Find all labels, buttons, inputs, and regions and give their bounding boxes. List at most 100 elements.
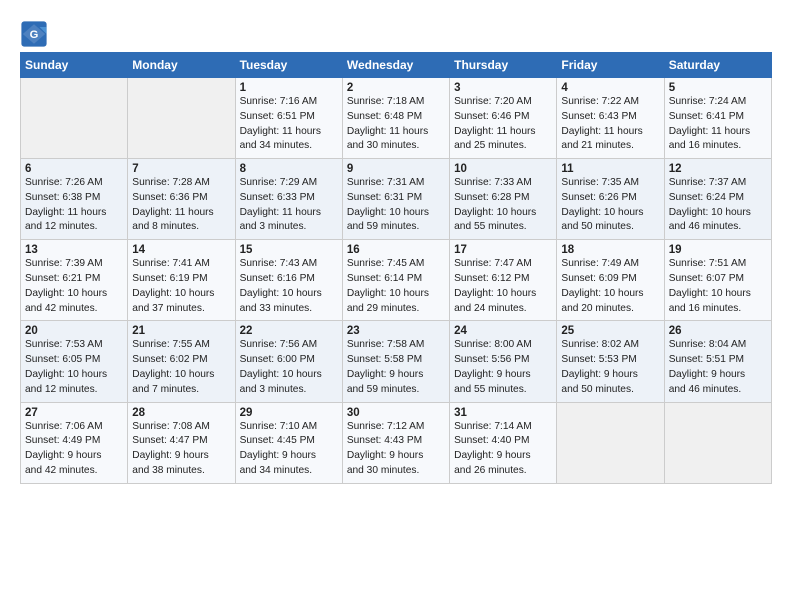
- day-info: Sunrise: 7:51 AMSunset: 6:07 PMDaylight:…: [669, 257, 767, 316]
- column-header-sunday: Sunday: [21, 53, 128, 78]
- day-info: Sunrise: 7:24 AMSunset: 6:41 PMDaylight:…: [669, 95, 767, 154]
- day-cell: 15Sunrise: 7:43 AMSunset: 6:16 PMDayligh…: [235, 240, 342, 321]
- calendar-page: G SundayMondayTuesdayWednesdayThursdayFr…: [0, 0, 792, 496]
- week-row-1: 1Sunrise: 7:16 AMSunset: 6:51 PMDaylight…: [21, 78, 772, 159]
- day-cell: 30Sunrise: 7:12 AMSunset: 4:43 PMDayligh…: [342, 402, 449, 483]
- day-number: 4: [561, 82, 659, 94]
- day-cell: 7Sunrise: 7:28 AMSunset: 6:36 PMDaylight…: [128, 159, 235, 240]
- day-cell: 22Sunrise: 7:56 AMSunset: 6:00 PMDayligh…: [235, 321, 342, 402]
- day-cell: 29Sunrise: 7:10 AMSunset: 4:45 PMDayligh…: [235, 402, 342, 483]
- day-info: Sunrise: 7:31 AMSunset: 6:31 PMDaylight:…: [347, 176, 445, 235]
- day-info: Sunrise: 7:06 AMSunset: 4:49 PMDaylight:…: [25, 420, 123, 479]
- day-number: 1: [240, 82, 338, 94]
- day-cell: [664, 402, 771, 483]
- day-number: 5: [669, 82, 767, 94]
- day-number: 30: [347, 407, 445, 419]
- week-row-4: 20Sunrise: 7:53 AMSunset: 6:05 PMDayligh…: [21, 321, 772, 402]
- day-info: Sunrise: 7:55 AMSunset: 6:02 PMDaylight:…: [132, 338, 230, 397]
- day-number: 31: [454, 407, 552, 419]
- day-cell: 17Sunrise: 7:47 AMSunset: 6:12 PMDayligh…: [450, 240, 557, 321]
- calendar-body: 1Sunrise: 7:16 AMSunset: 6:51 PMDaylight…: [21, 78, 772, 484]
- day-info: Sunrise: 8:02 AMSunset: 5:53 PMDaylight:…: [561, 338, 659, 397]
- day-number: 14: [132, 244, 230, 256]
- day-number: 3: [454, 82, 552, 94]
- day-info: Sunrise: 7:45 AMSunset: 6:14 PMDaylight:…: [347, 257, 445, 316]
- week-row-2: 6Sunrise: 7:26 AMSunset: 6:38 PMDaylight…: [21, 159, 772, 240]
- day-cell: 28Sunrise: 7:08 AMSunset: 4:47 PMDayligh…: [128, 402, 235, 483]
- day-cell: 10Sunrise: 7:33 AMSunset: 6:28 PMDayligh…: [450, 159, 557, 240]
- day-info: Sunrise: 7:33 AMSunset: 6:28 PMDaylight:…: [454, 176, 552, 235]
- day-cell: 2Sunrise: 7:18 AMSunset: 6:48 PMDaylight…: [342, 78, 449, 159]
- day-info: Sunrise: 7:47 AMSunset: 6:12 PMDaylight:…: [454, 257, 552, 316]
- day-number: 10: [454, 163, 552, 175]
- column-header-thursday: Thursday: [450, 53, 557, 78]
- day-cell: 3Sunrise: 7:20 AMSunset: 6:46 PMDaylight…: [450, 78, 557, 159]
- day-info: Sunrise: 7:39 AMSunset: 6:21 PMDaylight:…: [25, 257, 123, 316]
- day-number: 25: [561, 325, 659, 337]
- day-number: 19: [669, 244, 767, 256]
- day-cell: 18Sunrise: 7:49 AMSunset: 6:09 PMDayligh…: [557, 240, 664, 321]
- day-info: Sunrise: 7:49 AMSunset: 6:09 PMDaylight:…: [561, 257, 659, 316]
- day-cell: 16Sunrise: 7:45 AMSunset: 6:14 PMDayligh…: [342, 240, 449, 321]
- day-cell: [21, 78, 128, 159]
- day-number: 21: [132, 325, 230, 337]
- day-cell: 1Sunrise: 7:16 AMSunset: 6:51 PMDaylight…: [235, 78, 342, 159]
- day-info: Sunrise: 7:41 AMSunset: 6:19 PMDaylight:…: [132, 257, 230, 316]
- logo-icon: G: [20, 20, 48, 48]
- day-cell: 24Sunrise: 8:00 AMSunset: 5:56 PMDayligh…: [450, 321, 557, 402]
- day-number: 24: [454, 325, 552, 337]
- day-cell: 9Sunrise: 7:31 AMSunset: 6:31 PMDaylight…: [342, 159, 449, 240]
- day-cell: 8Sunrise: 7:29 AMSunset: 6:33 PMDaylight…: [235, 159, 342, 240]
- day-info: Sunrise: 7:26 AMSunset: 6:38 PMDaylight:…: [25, 176, 123, 235]
- day-info: Sunrise: 8:00 AMSunset: 5:56 PMDaylight:…: [454, 338, 552, 397]
- day-number: 7: [132, 163, 230, 175]
- day-number: 2: [347, 82, 445, 94]
- day-info: Sunrise: 7:10 AMSunset: 4:45 PMDaylight:…: [240, 420, 338, 479]
- day-cell: 5Sunrise: 7:24 AMSunset: 6:41 PMDaylight…: [664, 78, 771, 159]
- week-row-3: 13Sunrise: 7:39 AMSunset: 6:21 PMDayligh…: [21, 240, 772, 321]
- day-info: Sunrise: 7:53 AMSunset: 6:05 PMDaylight:…: [25, 338, 123, 397]
- day-number: 15: [240, 244, 338, 256]
- day-number: 23: [347, 325, 445, 337]
- day-info: Sunrise: 7:20 AMSunset: 6:46 PMDaylight:…: [454, 95, 552, 154]
- column-header-monday: Monday: [128, 53, 235, 78]
- day-cell: 4Sunrise: 7:22 AMSunset: 6:43 PMDaylight…: [557, 78, 664, 159]
- calendar-table: SundayMondayTuesdayWednesdayThursdayFrid…: [20, 52, 772, 484]
- day-cell: 26Sunrise: 8:04 AMSunset: 5:51 PMDayligh…: [664, 321, 771, 402]
- day-cell: 31Sunrise: 7:14 AMSunset: 4:40 PMDayligh…: [450, 402, 557, 483]
- day-cell: 13Sunrise: 7:39 AMSunset: 6:21 PMDayligh…: [21, 240, 128, 321]
- day-cell: 19Sunrise: 7:51 AMSunset: 6:07 PMDayligh…: [664, 240, 771, 321]
- day-info: Sunrise: 7:12 AMSunset: 4:43 PMDaylight:…: [347, 420, 445, 479]
- day-info: Sunrise: 7:22 AMSunset: 6:43 PMDaylight:…: [561, 95, 659, 154]
- day-number: 6: [25, 163, 123, 175]
- day-info: Sunrise: 7:18 AMSunset: 6:48 PMDaylight:…: [347, 95, 445, 154]
- day-number: 22: [240, 325, 338, 337]
- day-number: 20: [25, 325, 123, 337]
- day-info: Sunrise: 8:04 AMSunset: 5:51 PMDaylight:…: [669, 338, 767, 397]
- day-cell: [128, 78, 235, 159]
- day-info: Sunrise: 7:28 AMSunset: 6:36 PMDaylight:…: [132, 176, 230, 235]
- day-cell: 6Sunrise: 7:26 AMSunset: 6:38 PMDaylight…: [21, 159, 128, 240]
- day-info: Sunrise: 7:14 AMSunset: 4:40 PMDaylight:…: [454, 420, 552, 479]
- day-number: 13: [25, 244, 123, 256]
- day-number: 12: [669, 163, 767, 175]
- logo: G: [20, 20, 50, 48]
- column-header-friday: Friday: [557, 53, 664, 78]
- day-cell: 21Sunrise: 7:55 AMSunset: 6:02 PMDayligh…: [128, 321, 235, 402]
- svg-text:G: G: [30, 29, 39, 41]
- day-info: Sunrise: 7:37 AMSunset: 6:24 PMDaylight:…: [669, 176, 767, 235]
- calendar-header-row: SundayMondayTuesdayWednesdayThursdayFrid…: [21, 53, 772, 78]
- day-cell: 23Sunrise: 7:58 AMSunset: 5:58 PMDayligh…: [342, 321, 449, 402]
- day-info: Sunrise: 7:35 AMSunset: 6:26 PMDaylight:…: [561, 176, 659, 235]
- day-cell: 14Sunrise: 7:41 AMSunset: 6:19 PMDayligh…: [128, 240, 235, 321]
- header-area: G: [20, 16, 772, 48]
- day-cell: 25Sunrise: 8:02 AMSunset: 5:53 PMDayligh…: [557, 321, 664, 402]
- column-header-wednesday: Wednesday: [342, 53, 449, 78]
- day-cell: 11Sunrise: 7:35 AMSunset: 6:26 PMDayligh…: [557, 159, 664, 240]
- day-cell: 27Sunrise: 7:06 AMSunset: 4:49 PMDayligh…: [21, 402, 128, 483]
- week-row-5: 27Sunrise: 7:06 AMSunset: 4:49 PMDayligh…: [21, 402, 772, 483]
- day-number: 8: [240, 163, 338, 175]
- day-cell: [557, 402, 664, 483]
- day-number: 27: [25, 407, 123, 419]
- column-header-tuesday: Tuesday: [235, 53, 342, 78]
